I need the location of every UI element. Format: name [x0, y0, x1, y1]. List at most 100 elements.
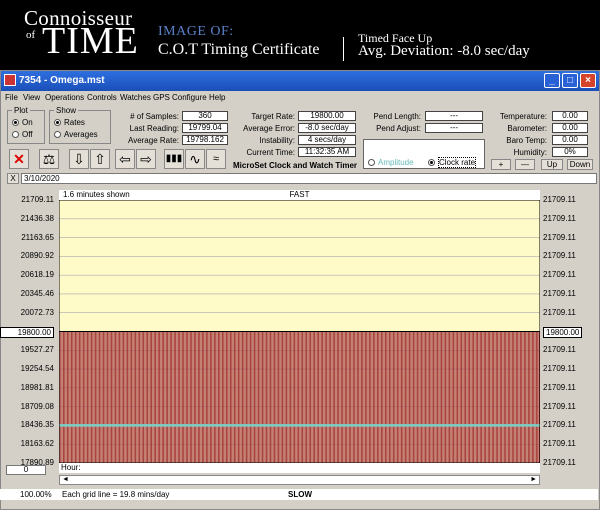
amplitude-radio[interactable]: Amplitude: [368, 158, 414, 167]
y-tick-label: 20072.73: [20, 307, 54, 317]
menu-controls[interactable]: Controls: [87, 93, 117, 102]
clear-date-button[interactable]: X: [7, 173, 19, 184]
show-rates-radio[interactable]: Rates: [54, 118, 85, 127]
rate-bar: [115, 331, 116, 463]
rate-bar: [108, 331, 110, 463]
rate-bar: [534, 331, 536, 463]
up-button[interactable]: Up: [541, 159, 563, 170]
rate-bar: [243, 331, 245, 463]
multi-wave-icon[interactable]: ≈: [206, 149, 226, 169]
wave-icon[interactable]: ∿: [185, 149, 205, 169]
rate-bar: [119, 331, 120, 463]
rate-bar: [291, 331, 293, 463]
rate-bar: [124, 331, 126, 463]
rate-bar: [525, 331, 527, 463]
arrow-left-icon[interactable]: ⇦: [115, 149, 135, 169]
y-tick-label-right: 21709.11: [543, 364, 576, 374]
arrow-up-icon[interactable]: ⇧: [90, 149, 110, 169]
down-button[interactable]: Down: [567, 159, 593, 170]
rate-bar: [494, 331, 496, 463]
plot-on-radio[interactable]: On: [12, 118, 33, 127]
close-button[interactable]: ×: [580, 73, 596, 88]
menu-configure[interactable]: Configure: [172, 93, 207, 102]
rate-bar: [449, 331, 450, 463]
rate-bar: [469, 331, 470, 463]
bar-graph-icon[interactable]: ▮▮▮: [164, 149, 184, 169]
rate-bar: [389, 331, 390, 463]
rate-bar: [307, 331, 309, 463]
minimize-button[interactable]: _: [544, 73, 560, 88]
menu-operations[interactable]: Operations: [45, 93, 84, 102]
date-field[interactable]: 3/10/2020: [21, 173, 597, 184]
arrow-down-icon[interactable]: ⇩: [69, 149, 89, 169]
plot-off-radio[interactable]: Off: [12, 130, 33, 139]
menu-help[interactable]: Help: [209, 93, 225, 102]
target-rate-label: Target Rate:: [251, 112, 295, 121]
rate-bar: [156, 331, 158, 463]
scroll-left-icon[interactable]: ◄: [62, 476, 69, 483]
current-time-label: Current Time:: [246, 148, 295, 157]
rate-bar: [437, 331, 438, 463]
y-tick-label: 19800.00: [0, 326, 54, 338]
menu-file[interactable]: File: [5, 93, 18, 102]
rate-bar: [294, 331, 295, 463]
rate-bar: [530, 331, 532, 463]
rate-bar: [425, 331, 426, 463]
status-bar: 100.00% Each grid line = 19.8 mins/day S…: [0, 489, 598, 500]
rate-bar: [279, 331, 281, 463]
rate-bar: [300, 331, 302, 463]
scroll-right-icon[interactable]: ►: [530, 476, 537, 483]
rate-bar: [523, 331, 525, 463]
rate-bar: [254, 331, 255, 463]
y-tick-label-right: 21709.11: [543, 382, 576, 392]
average-rate-label: Average Rate:: [128, 136, 179, 145]
horizontal-scrollbar[interactable]: ◄ ►: [59, 475, 540, 485]
rate-bar: [403, 331, 405, 463]
balance-icon[interactable]: ⚖: [39, 149, 59, 169]
clock-rate-radio[interactable]: Clock rate: [428, 157, 477, 168]
y-tick-label-right: 21709.11: [543, 307, 576, 317]
rate-bar: [312, 331, 314, 463]
show-averages-radio[interactable]: Averages: [54, 130, 98, 139]
rate-bar: [92, 331, 94, 463]
rate-bar: [482, 331, 484, 463]
rate-bar: [442, 331, 444, 463]
rate-bar: [184, 331, 186, 463]
rate-bar: [435, 331, 437, 463]
counter-field[interactable]: 0: [6, 465, 46, 475]
rate-bar: [167, 331, 169, 463]
rate-bar: [262, 331, 263, 463]
y-tick-label: 18163.62: [20, 439, 54, 449]
menu-gps[interactable]: GPS: [153, 93, 170, 102]
plus-button[interactable]: +: [491, 159, 511, 170]
minus-button[interactable]: —: [515, 159, 535, 170]
rate-bar: [264, 331, 266, 463]
rate-bar: [453, 331, 454, 463]
rate-bar: [112, 331, 114, 463]
rate-bar: [160, 331, 162, 463]
rate-bar: [507, 331, 509, 463]
title-bar[interactable]: 7354 - Omega.mst _ □ ×: [1, 71, 599, 91]
rate-bar: [446, 331, 448, 463]
rate-bar: [223, 331, 225, 463]
y-tick-label: 20618.19: [20, 270, 54, 280]
rate-bar: [288, 331, 290, 463]
maximize-button[interactable]: □: [562, 73, 578, 88]
rate-bar: [422, 331, 424, 463]
rate-bar: [308, 331, 310, 463]
menu-view[interactable]: View: [23, 93, 40, 102]
rate-bar: [398, 331, 400, 463]
rate-bar: [368, 331, 370, 463]
rate-bar: [466, 331, 468, 463]
rate-bar: [342, 331, 344, 463]
delete-icon[interactable]: ✕: [9, 149, 29, 169]
rate-bar: [201, 331, 203, 463]
menu-watches[interactable]: Watches: [120, 93, 151, 102]
rate-bar: [510, 331, 512, 463]
rate-bar: [423, 331, 425, 463]
rate-bar: [216, 331, 218, 463]
y-tick-label-right: 21709.11: [543, 251, 576, 261]
arrow-right-icon[interactable]: ⇨: [136, 149, 156, 169]
rate-bar: [145, 331, 147, 463]
rate-bar: [127, 331, 128, 463]
